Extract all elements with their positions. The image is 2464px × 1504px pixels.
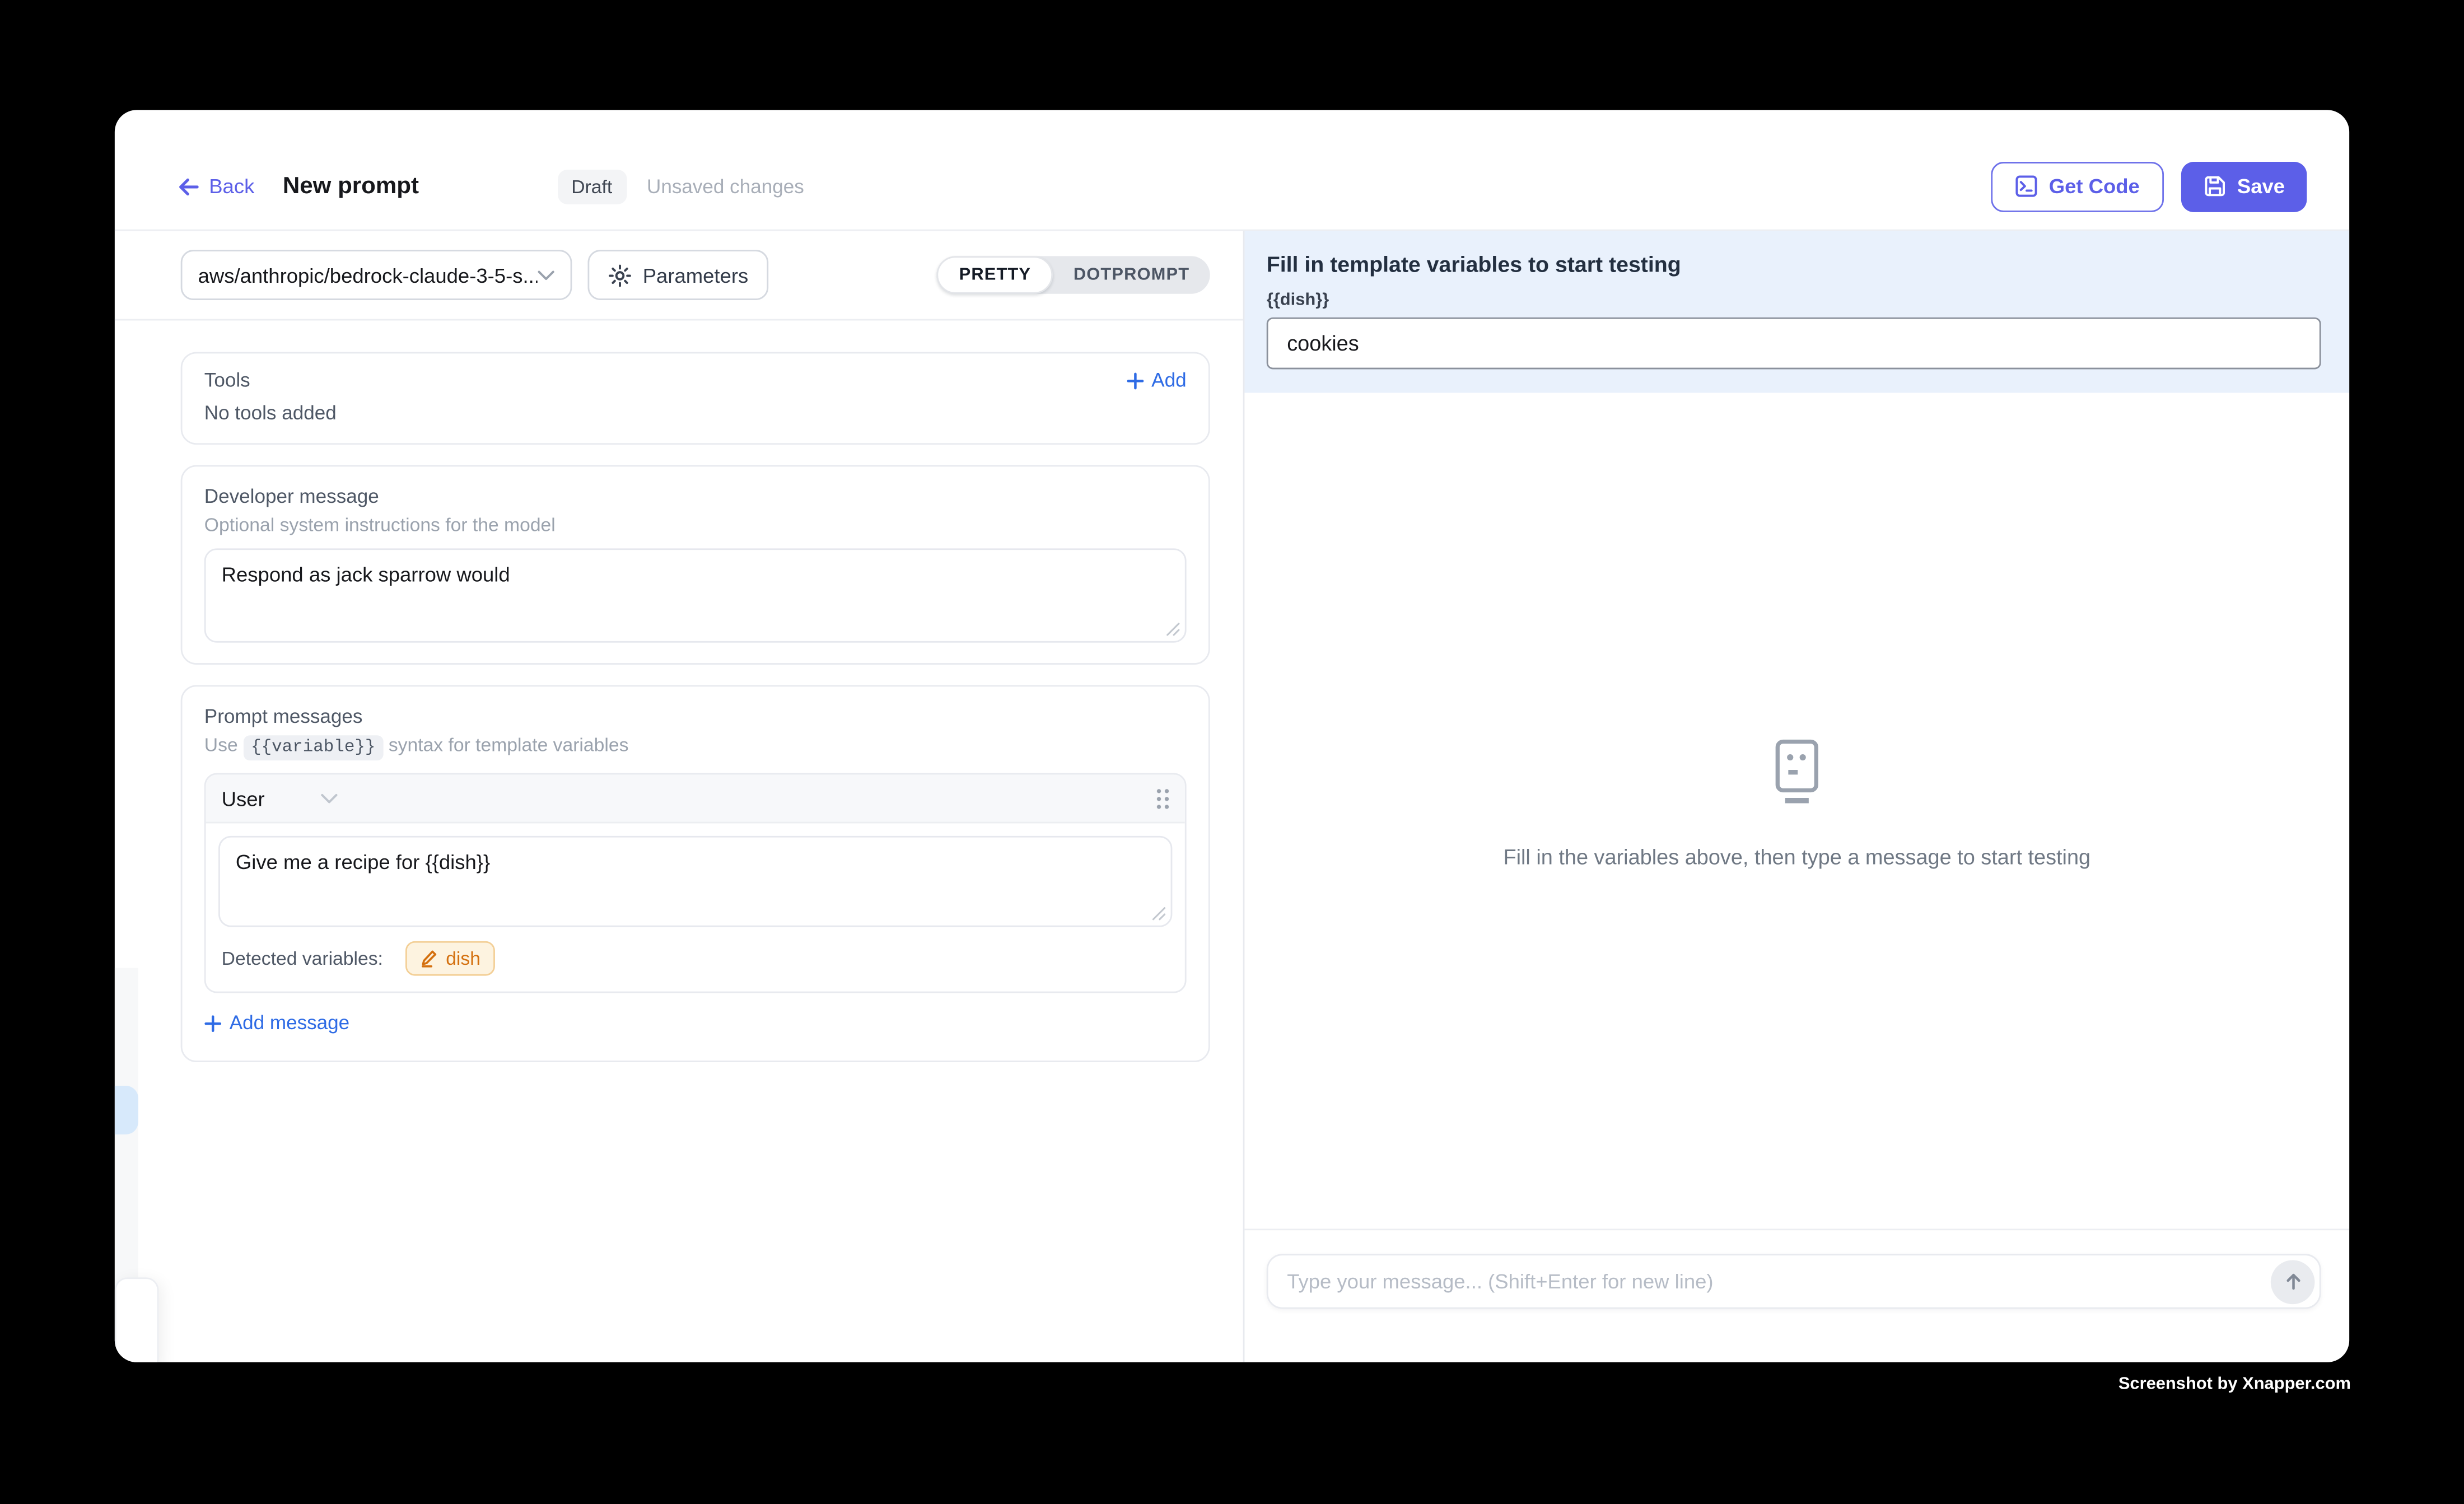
detected-variables-label: Detected variables: (222, 947, 383, 969)
get-code-button[interactable]: Get Code (1991, 161, 2163, 212)
variable-badge[interactable]: dish (405, 941, 494, 976)
watermark-text: Screenshot by Xnapper.com (2118, 1375, 2351, 1394)
developer-message-textarea[interactable]: Respond as jack sparrow would (204, 548, 1187, 642)
tools-empty-text: No tools added (204, 402, 1187, 424)
add-message-label: Add message (230, 1012, 349, 1034)
terminal-icon (2014, 174, 2038, 198)
app-header: Back New prompt Draft Unsaved changes Ge… (115, 110, 2349, 231)
chat-area: Fill in the variables above, then type a… (1244, 393, 2349, 1229)
plus-icon (1126, 372, 1144, 389)
arrow-left-icon (178, 175, 199, 197)
message-textarea[interactable]: Give me a recipe for {{dish}} (218, 836, 1172, 927)
variable-badge-label: dish (446, 947, 480, 969)
message-block: User (204, 773, 1187, 993)
prompt-messages-title: Prompt messages (204, 706, 1187, 727)
template-variables-section: Fill in template variables to start test… (1244, 231, 2349, 393)
sidebar-peek-card (115, 1277, 159, 1362)
gear-icon (608, 263, 632, 287)
robot-face-icon (1772, 737, 1821, 804)
view-mode-toggle: PRETTY DOTPROMPT (937, 256, 1210, 293)
detected-variables-row: Detected variables: dis (222, 941, 1169, 976)
grip-dots-icon[interactable] (1155, 786, 1169, 810)
editor-content: Tools Add No tools added (115, 320, 1243, 1061)
developer-message-subtitle: Optional system instructions for the mod… (204, 514, 1187, 536)
variable-name-label: {{dish}} (1267, 291, 2321, 310)
prompt-messages-card: Prompt messages Use {{variable}} syntax … (181, 685, 1210, 1061)
variable-syntax-chip: {{variable}} (243, 735, 383, 760)
role-selector[interactable]: User (222, 786, 339, 810)
back-label: Back (209, 174, 254, 198)
model-selector-value: aws/anthropic/bedrock-claude-3-5-s... (198, 263, 538, 287)
tools-card: Tools Add No tools added (181, 352, 1210, 445)
page: Back New prompt Draft Unsaved changes Ge… (0, 0, 2464, 1503)
status-badge: Draft (557, 169, 627, 204)
tools-title: Tools (204, 369, 250, 391)
empty-state-text: Fill in the variables above, then type a… (1503, 844, 2090, 868)
message-header: User (206, 774, 1185, 823)
developer-message-card: Developer message Optional system instru… (181, 465, 1210, 665)
add-tool-label: Add (1151, 369, 1186, 391)
editor-toolbar: aws/anthropic/bedrock-claude-3-5-s... (115, 231, 1243, 320)
unsaved-changes-label: Unsaved changes (647, 175, 804, 197)
message-body: Give me a recipe for {{dish}} Detected v… (206, 823, 1185, 991)
prompt-editor-panel: aws/anthropic/bedrock-claude-3-5-s... (115, 231, 1245, 1362)
developer-message-title: Developer message (204, 485, 1187, 507)
plus-icon (204, 1014, 222, 1031)
test-panel: Fill in template variables to start test… (1244, 231, 2349, 1362)
parameters-label: Parameters (643, 263, 749, 287)
variable-value-input[interactable] (1267, 317, 2321, 370)
chevron-down-icon (538, 269, 555, 281)
sidebar-peek-item[interactable] (115, 1086, 138, 1134)
arrow-up-icon (2283, 1271, 2303, 1291)
prompt-messages-hint: Use {{variable}} syntax for template var… (204, 734, 1187, 757)
send-button[interactable] (2271, 1259, 2315, 1304)
get-code-label: Get Code (2049, 174, 2140, 198)
chat-footer (1244, 1229, 2349, 1362)
save-label: Save (2237, 174, 2285, 198)
hint-suffix: syntax for template variables (389, 734, 629, 755)
chat-message-input[interactable] (1267, 1254, 2321, 1309)
main-split: aws/anthropic/bedrock-claude-3-5-s... (115, 231, 2349, 1362)
parameters-button[interactable]: Parameters (587, 250, 768, 300)
save-button[interactable]: Save (2181, 161, 2307, 212)
variables-heading: Fill in template variables to start test… (1267, 251, 2321, 277)
hint-prefix: Use (204, 734, 238, 755)
app-window: Back New prompt Draft Unsaved changes Ge… (115, 110, 2349, 1362)
model-selector[interactable]: aws/anthropic/bedrock-claude-3-5-s... (181, 250, 572, 300)
role-selector-value: User (222, 786, 265, 810)
back-button[interactable]: Back (178, 174, 254, 198)
page-title: New prompt (283, 173, 419, 200)
toggle-dotprompt[interactable]: DOTPROMPT (1053, 256, 1210, 293)
chevron-down-icon (321, 793, 339, 804)
toggle-pretty[interactable]: PRETTY (937, 256, 1053, 293)
pencil-icon (419, 949, 438, 968)
add-message-button[interactable]: Add message (204, 1012, 349, 1034)
floppy-disk-icon (2202, 174, 2226, 198)
add-tool-button[interactable]: Add (1126, 369, 1186, 391)
empty-state: Fill in the variables above, then type a… (1503, 737, 2090, 868)
